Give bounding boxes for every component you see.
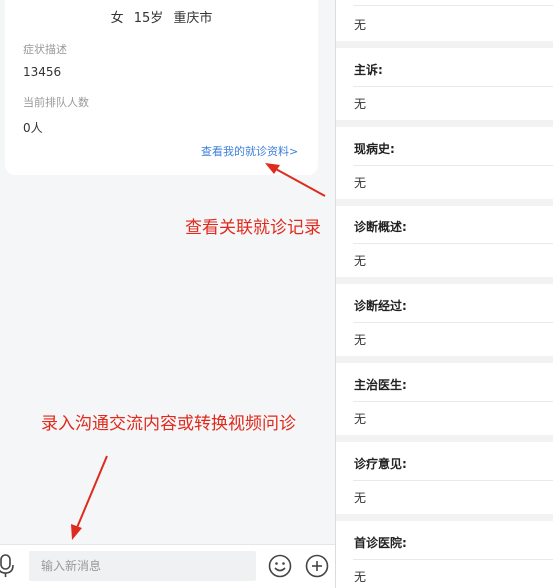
diagnosis-process-label: 诊断经过: [354, 299, 407, 313]
treatment-opinion-label: 诊疗意见: [354, 457, 407, 471]
annotation-related-records: 查看关联就诊记录 [185, 218, 321, 238]
diagnosis-summary-value: 无 [354, 254, 367, 268]
first-hospital-label: 首诊医院: [354, 536, 407, 550]
attending-doctor-label: 主治医生: [354, 378, 407, 392]
record-top-value: 无 [354, 18, 367, 32]
message-input-bar [0, 544, 335, 588]
emoji-icon[interactable] [267, 553, 293, 579]
annotation-arrow-icon [71, 455, 108, 540]
annotation-arrow-icon [265, 163, 326, 197]
symptom-label: 症状描述 [23, 43, 67, 56]
record-panel: 无 主诉: 无 现病史: 无 诊断概述: 无 诊断经过: 无 主治医生: 无 诊… [336, 0, 553, 588]
section-separator [336, 356, 553, 363]
section-separator [336, 199, 553, 206]
patient-city: 重庆市 [173, 11, 213, 26]
annotation-input-hint: 录入沟通交流内容或转换视频问诊 [41, 414, 296, 434]
divider [353, 86, 553, 87]
patient-profile: 女 15岁 重庆市 [5, 7, 318, 26]
chat-pane: 女 15岁 重庆市 症状描述 13456 当前排队人数 0人 查看我的就诊资料>… [0, 0, 335, 588]
queue-value: 0人 [23, 121, 43, 135]
patient-gender: 女 [110, 11, 124, 26]
divider [353, 322, 553, 323]
section-separator [336, 41, 553, 48]
chief-complaint-label: 主诉: [354, 63, 383, 77]
divider [353, 401, 553, 402]
divider [353, 480, 553, 481]
section-separator [336, 277, 553, 284]
present-illness-label: 现病史: [354, 142, 395, 156]
section-separator [336, 435, 553, 442]
first-hospital-value: 无 [354, 570, 367, 584]
divider [353, 243, 553, 244]
microphone-icon[interactable] [0, 553, 16, 579]
section-separator [336, 120, 553, 127]
diagnosis-summary-label: 诊断概述: [354, 220, 407, 234]
attending-doctor-value: 无 [354, 412, 367, 426]
queue-label: 当前排队人数 [23, 96, 89, 109]
plus-icon[interactable] [304, 553, 330, 579]
treatment-opinion-value: 无 [354, 491, 367, 505]
chief-complaint-value: 无 [354, 97, 367, 111]
diagnosis-process-value: 无 [354, 333, 367, 347]
patient-card: 女 15岁 重庆市 症状描述 13456 当前排队人数 0人 查看我的就诊资料> [5, 0, 318, 175]
message-input[interactable] [29, 551, 256, 581]
view-records-link[interactable]: 查看我的就诊资料> [201, 143, 298, 159]
symptom-value: 13456 [23, 65, 62, 79]
divider [353, 559, 553, 560]
divider [353, 5, 553, 6]
section-separator [336, 514, 553, 521]
divider [353, 165, 553, 166]
present-illness-value: 无 [354, 176, 367, 190]
patient-age: 15岁 [133, 11, 164, 26]
